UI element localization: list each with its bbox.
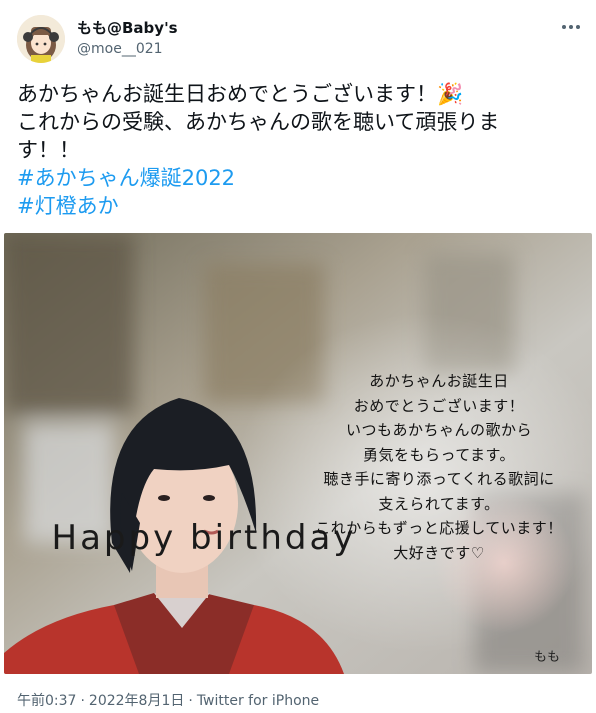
- tweet-date[interactable]: 2022年8月1日: [89, 693, 184, 709]
- more-options-button[interactable]: [556, 12, 586, 42]
- author-handle[interactable]: @moe__021: [77, 41, 163, 57]
- tweet-source[interactable]: Twitter for iPhone: [197, 693, 319, 709]
- message-line: これからもずっと応援しています！: [315, 519, 563, 537]
- avatar[interactable]: [17, 15, 65, 63]
- tweet-line: これからの受験、あかちゃんの歌を聴いて頑張りま: [17, 110, 500, 134]
- tweet-metadata: 午前0:37 · 2022年8月1日 · Twitter for iPhone: [17, 692, 319, 710]
- message-line: あかちゃんお誕生日: [369, 372, 509, 390]
- meta-separator: ·: [188, 693, 193, 709]
- more-options-icon: [562, 25, 580, 29]
- avatar-illustration: [17, 15, 65, 63]
- tweet-photo[interactable]: Happy birthday あかちゃんお誕生日 おめでとうございます！ いつも…: [4, 233, 592, 674]
- message-line: 勇気をもらってます。: [362, 445, 515, 464]
- tweet-card: もも@Baby's @moe__021 あかちゃんお誕生日おめでとうございます！…: [0, 0, 596, 713]
- message-line: おめでとうございます！: [353, 396, 525, 415]
- tweet-line: す！！: [17, 138, 80, 162]
- message-line: 聴き手に寄り添ってくれる歌詞に: [323, 470, 555, 488]
- message-signature: もも: [534, 650, 561, 665]
- message-line: 支えられてます。: [378, 494, 500, 513]
- tweet-time[interactable]: 午前0:37: [17, 693, 76, 709]
- message-line: 大好きです♡: [393, 543, 485, 562]
- hashtag-link[interactable]: #灯橙あか: [17, 192, 577, 220]
- author-display-name[interactable]: もも@Baby's: [77, 19, 178, 37]
- tweet-line: あかちゃんお誕生日おめでとうございます！🎉: [17, 82, 464, 106]
- meta-separator: ·: [80, 693, 85, 709]
- message-line: いつもあかちゃんの歌から: [345, 421, 532, 439]
- tweet-text: あかちゃんお誕生日おめでとうございます！🎉 これからの受験、あかちゃんの歌を聴い…: [17, 80, 577, 220]
- birthday-message: あかちゃんお誕生日 おめでとうございます！ いつもあかちゃんの歌から 勇気をもら…: [294, 369, 584, 565]
- hashtag-link[interactable]: #あかちゃん爆誕2022: [17, 164, 577, 192]
